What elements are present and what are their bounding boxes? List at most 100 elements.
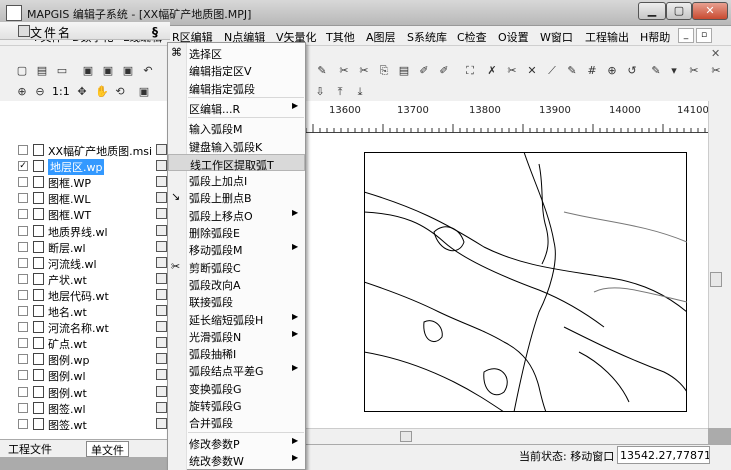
menu-settings[interactable]: O设置 [498,29,529,45]
draw-icon[interactable]: ✎ [648,64,664,78]
menu-check[interactable]: C检查 [457,29,487,45]
lock-icon[interactable] [156,224,167,236]
layer-row[interactable]: 图框.WT [0,206,170,222]
pan-icon[interactable]: ✥ [74,85,90,99]
menu-layer[interactable]: A图层 [366,29,396,45]
menu-item[interactable]: ⌘ 选择区 [168,44,305,61]
paste-param-icon[interactable]: ✐ [416,64,432,78]
lock-icon[interactable] [156,337,167,349]
sort-icon[interactable]: § [152,25,158,39]
zoom-in-icon[interactable]: ⊕ [14,85,30,99]
menu-item[interactable]: 延长缩短弧段H ▶ [168,310,305,327]
menu-item[interactable]: 合并弧段 [168,413,305,430]
lock-icon[interactable] [156,176,167,188]
delete-line-icon[interactable]: ✗ [484,64,500,78]
select-line-icon[interactable]: ⛶ [462,64,478,78]
menu-item[interactable]: 弧段抽稀I [168,344,305,361]
layer-checkbox[interactable] [18,338,28,349]
layer-checkbox[interactable] [18,370,28,381]
lock-icon[interactable] [156,385,167,397]
scissor-icon[interactable]: ✂ [686,64,702,78]
new-doc-icon[interactable]: ▤ [34,64,50,78]
rotate-icon[interactable]: ↺ [624,64,640,78]
layer-row[interactable]: 图签.wl [0,400,170,416]
menu-item[interactable]: 弧段结点平差G ▶ [168,361,305,378]
line-param-icon[interactable]: ✐ [436,64,452,78]
menu-item[interactable]: 修改参数P ▶ [168,434,305,451]
layer-checkbox[interactable] [18,273,28,284]
layer-checkbox[interactable] [18,241,28,252]
menu-item[interactable]: 线工作区提取弧T [168,153,305,172]
grid-icon[interactable]: # [584,64,600,78]
mdi-restore-button[interactable]: ▫ [696,28,712,43]
pen-tool-icon[interactable]: ✎ [564,64,580,78]
lock-icon[interactable] [156,144,167,155]
layer-row[interactable]: ✓ 地层区.wp [0,158,170,176]
lock-icon[interactable] [156,417,167,429]
layer-row[interactable]: 地名.wt [0,303,170,319]
menu-item[interactable]: 输入弧段M [168,119,305,136]
layer-checkbox[interactable] [18,322,28,333]
menu-item[interactable]: 变换弧段G [168,379,305,396]
layer-checkbox[interactable] [18,306,28,316]
join-icon[interactable]: ⟋ [544,64,560,78]
layer-checkbox[interactable] [18,386,28,397]
mdi-minimize-button[interactable]: _ [678,28,694,43]
menu-item[interactable]: 弧段上移点O ▶ [168,206,305,223]
lock-icon[interactable] [156,369,167,381]
window-icon[interactable]: ▣ [136,85,152,99]
layer-checkbox[interactable] [18,289,28,300]
layer-checkbox[interactable] [18,145,28,155]
edit-icon[interactable]: ✎ [314,64,330,78]
tab-single-file[interactable]: 单文件 [86,441,129,457]
menu-item[interactable]: 联接弧段 [168,292,305,309]
paste-icon[interactable]: ▤ [396,64,412,78]
lock-icon[interactable] [156,272,167,284]
layer-checkbox[interactable] [18,257,28,268]
menu-help[interactable]: H帮助 [640,29,670,45]
layer-row[interactable]: 图例.wl [0,367,170,383]
layer-checkbox[interactable] [18,354,28,365]
lock-icon[interactable] [156,256,167,268]
layer-checkbox[interactable] [18,402,28,413]
down-arrow-icon[interactable]: ⇩ [312,85,328,99]
cut-line2-icon[interactable]: ✂ [504,64,520,78]
layer-row[interactable]: 地层代码.wt [0,287,170,303]
refresh-icon[interactable]: ⟲ [112,85,128,99]
layer-checkbox[interactable] [18,193,28,204]
open-folder-icon[interactable]: ▭ [54,64,70,78]
menu-item[interactable]: 键盘输入弧段K [168,137,305,154]
menu-item[interactable]: 弧段上加点I [168,171,305,188]
horizontal-scroll-thumb[interactable] [400,431,412,442]
vertical-scroll-thumb[interactable] [710,272,722,287]
menu-item[interactable]: 区编辑...R ▶ [168,99,305,116]
layer-checkbox[interactable] [18,209,28,220]
file-name-column[interactable]: 文件名 [30,24,72,41]
layer-row[interactable]: 矿点.wt [0,335,170,351]
zoom-out-icon[interactable]: ⊖ [32,85,48,99]
menu-item[interactable]: 弧段改向A [168,275,305,292]
layer-row[interactable]: 图例.wt [0,384,170,400]
menu-item[interactable]: 移动弧段M ▶ [168,240,305,257]
menu-system-lib[interactable]: S系统库 [407,29,447,45]
menu-item[interactable]: 统改参数W ▶ [168,451,305,468]
node-icon[interactable]: ✕ [524,64,540,78]
doc-close-icon[interactable]: ✕ [711,47,720,60]
lock-icon[interactable] [156,305,167,316]
menu-other[interactable]: T其他 [326,29,355,45]
minimize-button[interactable]: ▁ [638,2,666,20]
close-button[interactable]: ✕ [692,2,728,20]
save-as-icon[interactable]: ▣ [100,64,116,78]
layer-row[interactable]: 河流名称.wt [0,319,170,335]
menu-item[interactable]: 编辑指定区V [168,61,305,78]
layer-checkbox[interactable]: ✓ [18,161,28,172]
menu-window[interactable]: W窗口 [540,29,573,45]
layer-row[interactable]: 图例.wp [0,351,170,367]
layer-row[interactable]: 图框.WL [0,190,170,206]
menu-item[interactable]: ✂ 剪断弧段C [168,258,305,275]
lock-icon[interactable] [156,288,167,300]
zoom-ratio[interactable]: 1:1 [52,85,70,98]
top-arrow-icon[interactable]: ⤒ [332,85,348,99]
layer-checkbox[interactable] [18,225,28,236]
menu-item[interactable]: 旋转弧段G [168,396,305,413]
